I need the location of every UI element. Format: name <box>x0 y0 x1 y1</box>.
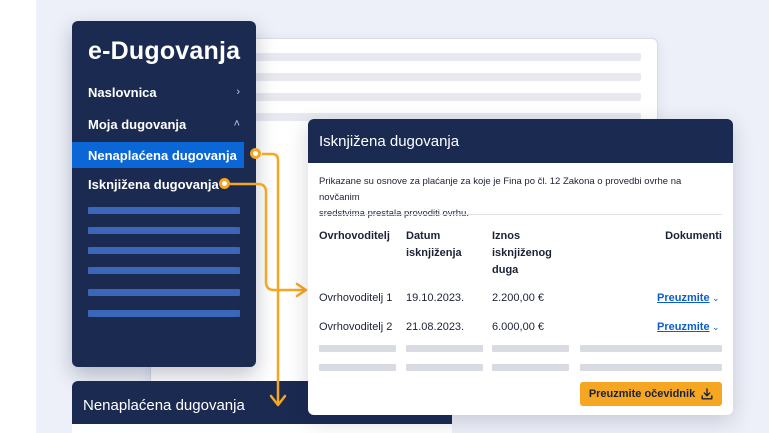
download-link[interactable]: Preuzmite <box>657 321 710 333</box>
placeholder-bar <box>580 364 722 371</box>
column-header-documents: Dokumenti <box>665 230 722 242</box>
placeholder-bar <box>406 345 483 352</box>
placeholder-bar <box>406 364 483 371</box>
placeholder-bar <box>492 345 569 352</box>
description-line: Prikazane su osnove za plaćanje za koje … <box>319 176 682 203</box>
written-off-debts-card: Isknjižena dugovanja Prikazane su osnove… <box>308 119 733 415</box>
column-header-date: Datum isknjiženja <box>406 230 462 259</box>
connector-dot <box>219 178 230 189</box>
placeholder-bar <box>319 364 396 371</box>
table-cell-creditor: Ovrhovoditelj 2 <box>319 321 393 333</box>
connector-dot <box>250 148 261 159</box>
placeholder-bar <box>580 345 722 352</box>
download-icon <box>701 388 713 400</box>
column-header-amount: Iznos isknjiženog duga <box>492 230 552 276</box>
button-label: Preuzmite očevidnik <box>588 388 696 400</box>
divider <box>319 214 722 215</box>
connector-line-down <box>262 152 280 404</box>
card-header: Isknjižena dugovanja <box>308 119 733 163</box>
placeholder-bar <box>319 345 396 352</box>
card-title: Isknjižena dugovanja <box>319 133 460 150</box>
chevron-down-icon[interactable]: ⌄ <box>712 322 720 333</box>
table-cell-date: 19.10.2023. <box>406 292 465 304</box>
table-cell-amount: 6.000,00 € <box>492 321 544 333</box>
table-cell-creditor: Ovrhovoditelj 1 <box>319 292 393 304</box>
table-cell-amount: 2.200,00 € <box>492 292 544 304</box>
placeholder-bar <box>492 364 569 371</box>
download-register-button[interactable]: Preuzmite očevidnik <box>580 382 722 406</box>
table-cell-date: 21.08.2023. <box>406 321 465 333</box>
download-link[interactable]: Preuzmite <box>657 292 710 304</box>
connector-line-right <box>230 182 304 292</box>
chevron-down-icon[interactable]: ⌄ <box>712 293 720 304</box>
column-header-creditor: Ovrhovoditelj <box>319 230 390 242</box>
